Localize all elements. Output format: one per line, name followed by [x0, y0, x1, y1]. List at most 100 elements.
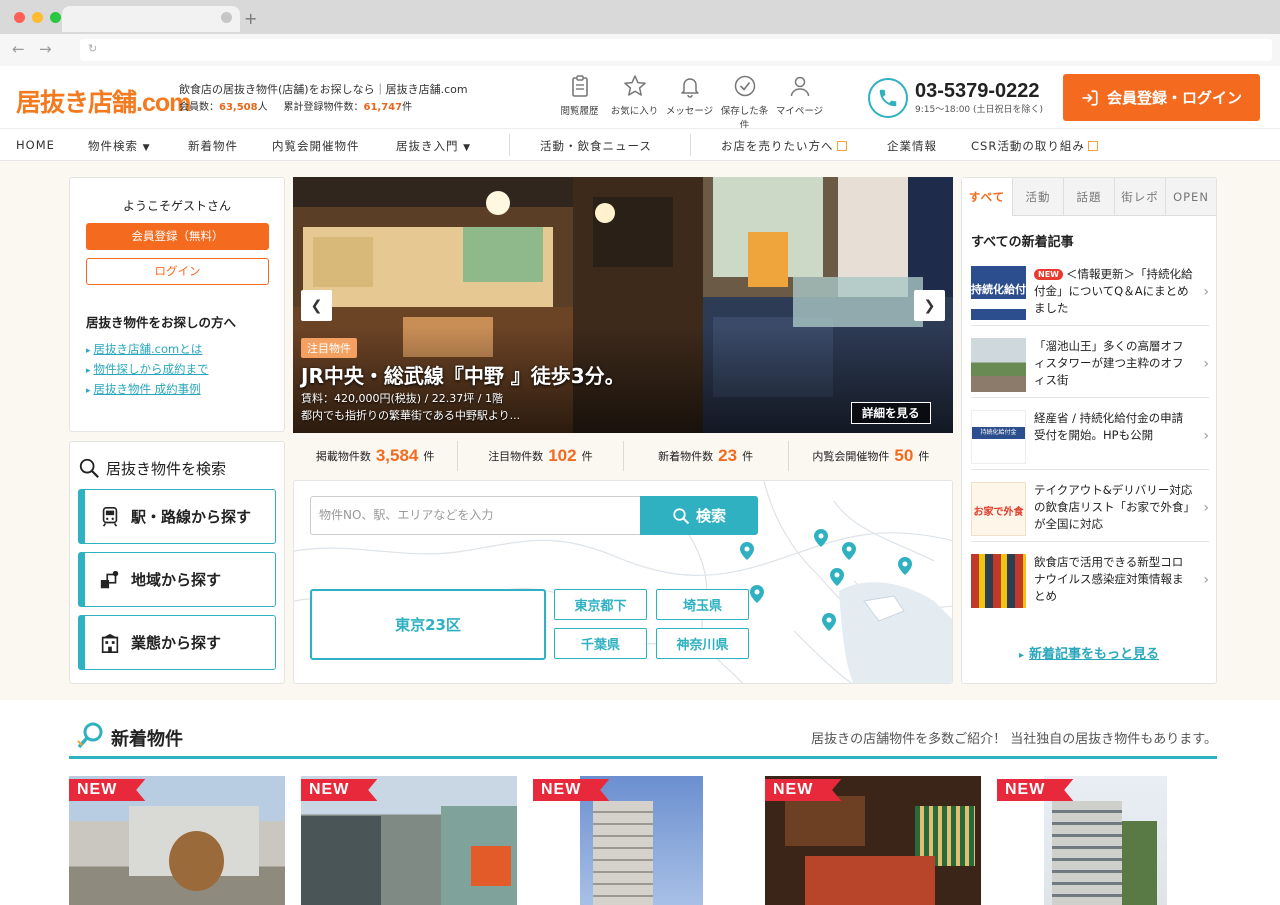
register-login-button[interactable]: 会員登録・ログイン [1063, 74, 1260, 121]
chevron-right-icon: › [1203, 356, 1209, 372]
featured-slider[interactable]: ❮ ❯ 注目物件 JR中央・総武線『中野 』徒歩3分。 賃料：420,000円(… [293, 177, 953, 433]
reload-icon[interactable]: ↻ [88, 42, 97, 55]
new-badge: NEW [69, 779, 146, 801]
nav-viewing-properties[interactable]: 内覧会開催物件 [272, 138, 360, 154]
new-badge: NEW [301, 779, 378, 801]
map-search-panel: 物件NO、駅、エリアなどを入力 検索 東京23区 東京都下 埼玉県 千葉県 神奈… [293, 480, 953, 684]
url-input[interactable]: ↻ [80, 39, 1272, 61]
browser-tab[interactable] [62, 6, 240, 32]
listing-card[interactable]: NEW [765, 776, 981, 905]
saved-conditions-link[interactable]: 保存した条件 [717, 74, 772, 131]
search-by-business-button[interactable]: 業態から探す [78, 615, 276, 670]
search-by-station-button[interactable]: 駅・路線から探す [78, 489, 276, 544]
star-icon [607, 74, 662, 100]
count-value: 3,584 [375, 446, 419, 465]
nav-csr-label: CSR活動の取り組み [971, 139, 1085, 153]
news-item[interactable]: 持続化給付金 経産省 / 持続化給付金の申請受付を開始。HPも公開 › [971, 406, 1209, 470]
nav-news[interactable]: 活動・飲食ニュース [540, 138, 652, 154]
news-thumbnail: 持続化給付金 [971, 410, 1026, 464]
map-pin-icon[interactable] [740, 542, 754, 560]
keyword-search-input[interactable]: 物件NO、駅、エリアなどを入力 [310, 496, 641, 535]
chevron-right-icon: › [1203, 284, 1209, 300]
listing-card[interactable]: NEW [533, 776, 703, 905]
map-pin-icon[interactable] [842, 542, 856, 560]
browser-chrome: + ← → ↻ [0, 0, 1280, 66]
history-link[interactable]: 閲覧履歴 [552, 74, 607, 131]
area-button-saitama[interactable]: 埼玉県 [656, 589, 749, 620]
news-title: テイクアウト&デリバリー対応の飲食店リスト「お家で外食」が全国に対応 [1034, 483, 1193, 531]
slider-next-button[interactable]: ❯ [914, 290, 945, 321]
news-tab-open[interactable]: OPEN [1165, 178, 1216, 216]
map-pin-icon[interactable] [822, 613, 836, 631]
guide-link-process[interactable]: 物件探しから成約まで [86, 361, 209, 377]
area-button-chiba[interactable]: 千葉県 [554, 628, 647, 659]
featured-title[interactable]: JR中央・総武線『中野 』徒歩3分。 [301, 360, 625, 389]
messages-link[interactable]: メッセージ [662, 74, 717, 131]
news-tab-activity[interactable]: 活動 [1012, 178, 1063, 216]
section-divider [69, 756, 1217, 759]
close-window-button[interactable] [14, 12, 25, 23]
new-tab-icon[interactable]: + [244, 9, 257, 28]
news-thumbnail: お家で外食 [971, 482, 1026, 536]
register-login-label: 会員登録・ログイン [1106, 89, 1242, 107]
news-tab-town-report[interactable]: 街レポ [1114, 178, 1165, 216]
guide-link-cases[interactable]: 居抜き物件 成約事例 [86, 381, 209, 397]
news-tab-topics[interactable]: 話題 [1063, 178, 1114, 216]
map-pin-icon[interactable] [814, 529, 828, 547]
news-title: 「溜池山王」多くの高層オフィスタワーが建つ主粋のオフィス街 [1034, 339, 1184, 387]
slider-prev-button[interactable]: ❮ [301, 290, 332, 321]
nav-beginners-guide[interactable]: 居抜き入門 ▼ [396, 138, 471, 154]
area-button-kanagawa[interactable]: 神奈川県 [656, 628, 749, 659]
listings-unit: 件 [402, 102, 413, 113]
news-item[interactable]: 「溜池山王」多くの高層オフィスタワーが建つ主粋のオフィス街 › [971, 334, 1209, 398]
chevron-right-icon: ❯ [923, 297, 936, 314]
welcome-title: ようこそゲストさん [122, 199, 231, 213]
mypage-label: マイページ [775, 106, 824, 117]
nav-property-search[interactable]: 物件検索 ▼ [88, 138, 151, 154]
news-item[interactable]: お家で外食 テイクアウト&デリバリー対応の飲食店リスト「お家で外食」が全国に対応… [971, 478, 1209, 542]
listing-card[interactable]: NEW [301, 776, 517, 905]
bell-icon [662, 74, 717, 100]
featured-detail-button[interactable]: 詳細を見る [851, 402, 931, 424]
news-tab-all[interactable]: すべて [962, 178, 1012, 216]
count-viewing: 内覧会開催物件 50 件 [789, 441, 953, 471]
news-item[interactable]: 飲食店で活用できる新型コロナウイルス感染症対策情報まとめ › [971, 550, 1209, 614]
news-panel: すべて 活動 話題 街レポ OPEN すべての新着記事 持続化給付 NEW ＜情報… [961, 177, 1217, 684]
back-arrow-icon[interactable]: ← [12, 40, 25, 58]
news-heading: すべての新着記事 [971, 235, 1074, 250]
guide-link-about[interactable]: 居抜き店舗.comとは [86, 341, 209, 357]
login-button[interactable]: ログイン [86, 258, 269, 285]
maximize-window-button[interactable] [50, 12, 61, 23]
tab-close-icon[interactable] [221, 12, 232, 23]
new-badge: NEW [1034, 269, 1063, 280]
check-circle-icon [717, 74, 772, 100]
forward-arrow-icon[interactable]: → [39, 40, 52, 58]
mypage-link[interactable]: マイページ [772, 74, 827, 131]
nav-new-properties[interactable]: 新着物件 [188, 138, 238, 154]
map-pin-icon[interactable] [830, 568, 844, 586]
listing-card[interactable]: NEW [69, 776, 285, 905]
free-register-button[interactable]: 会員登録（無料） [86, 223, 269, 250]
keyword-search-button[interactable]: 検索 [640, 496, 758, 535]
favorites-link[interactable]: お気に入り [607, 74, 662, 131]
search-panel-title: 居抜き物件を検索 [78, 457, 226, 479]
nav-home[interactable]: HOME [16, 138, 55, 152]
nav-company[interactable]: 企業情報 [887, 138, 937, 154]
listing-card[interactable]: NEW [997, 776, 1167, 905]
minimize-window-button[interactable] [32, 12, 43, 23]
nav-sell-store[interactable]: お店を売りたい方へ [721, 138, 847, 154]
search-by-area-button[interactable]: 地域から探す [78, 552, 276, 607]
news-item[interactable]: 持続化給付 NEW ＜情報更新＞「持続化給付金」についてQ＆Aにまとめました › [971, 262, 1209, 326]
nav-csr[interactable]: CSR活動の取り組み [971, 138, 1098, 154]
map-pin-icon[interactable] [750, 585, 764, 603]
map-pin-icon[interactable] [898, 557, 912, 575]
count-unit: 件 [918, 450, 930, 463]
site-logo[interactable]: 居抜き店舗.com [16, 83, 191, 119]
area-button-tokyo23[interactable]: 東京23区 [310, 589, 546, 660]
news-more-link[interactable]: 新着記事をもっと見る [962, 643, 1216, 662]
phone-number[interactable]: 03-5379-0222 [915, 81, 1043, 102]
area-button-tokyo-suburbs[interactable]: 東京都下 [554, 589, 647, 620]
address-bar-row: ← → ↻ [0, 34, 1280, 66]
news-thumbnail: 持続化給付 [971, 266, 1026, 320]
news-thumbnail [971, 338, 1026, 392]
